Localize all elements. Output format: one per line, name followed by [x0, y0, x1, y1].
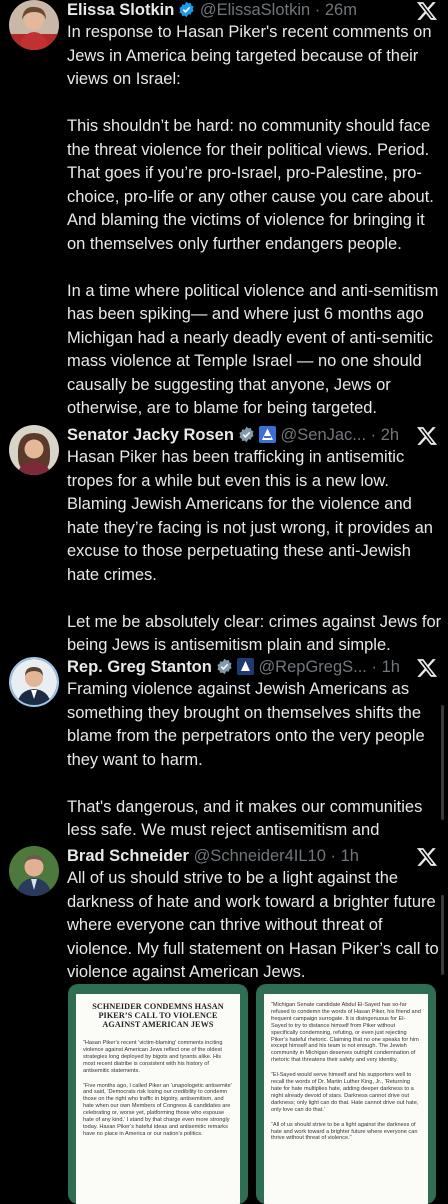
tweet-text: Framing violence against Jewish American…: [67, 680, 425, 846]
handle[interactable]: @SenJac...: [281, 426, 367, 444]
x-logo-icon: [416, 427, 438, 445]
tweet-header: Rep. Greg Stanton @RepGregS... · 1h: [67, 657, 414, 679]
tweet-text: Hasan Piker has been trafficking in anti…: [67, 448, 442, 654]
statement-image-1[interactable]: SCHNEIDER CONDEMNS HASAN PIKER’S CALL TO…: [68, 984, 248, 1204]
display-name[interactable]: Rep. Greg Stanton: [67, 658, 212, 676]
senate-badge-icon: [258, 426, 276, 447]
display-name[interactable]: Brad Schneider: [67, 847, 189, 865]
statement-paragraph: “Michigan Senate candidate Abdul El-Saye…: [271, 1002, 421, 1064]
timestamp[interactable]: 2h: [381, 426, 399, 444]
tweet-text: In response to Hasan Piker's recent comm…: [67, 23, 439, 417]
tweet-header: Senator Jacky Rosen @SenJac... · 2h: [67, 425, 414, 447]
tweet-stanton[interactable]: Rep. Greg Stanton @RepGregS... · 1h Fram…: [0, 657, 448, 846]
scrollbar[interactable]: [441, 705, 444, 820]
verified-badge-icon: [178, 1, 195, 22]
display-name[interactable]: Senator Jacky Rosen: [67, 426, 234, 444]
tweet-slotkin[interactable]: Elissa Slotkin @ElissaSlotkin · 26m In r…: [0, 0, 448, 425]
scrollbar[interactable]: [441, 895, 444, 975]
statement-paragraph: “Five months ago, I called Piker an ‘una…: [83, 1082, 232, 1137]
avatar[interactable]: [9, 0, 59, 50]
handle[interactable]: @ElissaSlotkin: [200, 1, 310, 19]
timestamp[interactable]: 1h: [382, 658, 400, 676]
tweet-header: Brad Schneider @Schneider4IL10 · 1h: [67, 847, 359, 865]
handle[interactable]: @RepGregS...: [258, 658, 366, 676]
verified-badge-icon: [216, 658, 233, 679]
timestamp[interactable]: 26m: [325, 1, 357, 19]
tweet-header: Elissa Slotkin @ElissaSlotkin · 26m: [67, 0, 414, 22]
avatar[interactable]: [9, 425, 59, 475]
tweet-text: All of us should strive to be a light ag…: [67, 869, 439, 981]
handle[interactable]: @Schneider4IL10: [194, 847, 326, 865]
timestamp[interactable]: 1h: [341, 847, 359, 865]
statement-paragraph: “All of us should strive to be a light a…: [271, 1121, 418, 1142]
avatar[interactable]: [9, 846, 59, 896]
x-logo-icon: [416, 2, 438, 20]
statement-paragraph: “Hasan Piker’s recent ‘victim-blaming’ c…: [83, 1040, 223, 1074]
statement-paragraph: “El-Sayed would serve himself and his su…: [271, 1072, 419, 1113]
statement-page: SCHNEIDER CONDEMNS HASAN PIKER’S CALL TO…: [76, 994, 240, 1204]
verified-badge-icon: [238, 426, 255, 447]
display-name[interactable]: Elissa Slotkin: [67, 1, 174, 19]
statement-page: “Michigan Senate candidate Abdul El-Saye…: [264, 994, 428, 1204]
avatar[interactable]: [9, 657, 59, 707]
x-logo-icon: [416, 848, 438, 866]
house-badge-icon: [236, 658, 254, 679]
x-logo-icon: [416, 659, 438, 677]
statement-image-2[interactable]: “Michigan Senate candidate Abdul El-Saye…: [256, 984, 436, 1204]
tweet-rosen[interactable]: Senator Jacky Rosen @SenJac... · 2h Hasa…: [0, 425, 448, 657]
statement-title: SCHNEIDER CONDEMNS HASAN PIKER’S CALL TO…: [92, 1002, 224, 1029]
